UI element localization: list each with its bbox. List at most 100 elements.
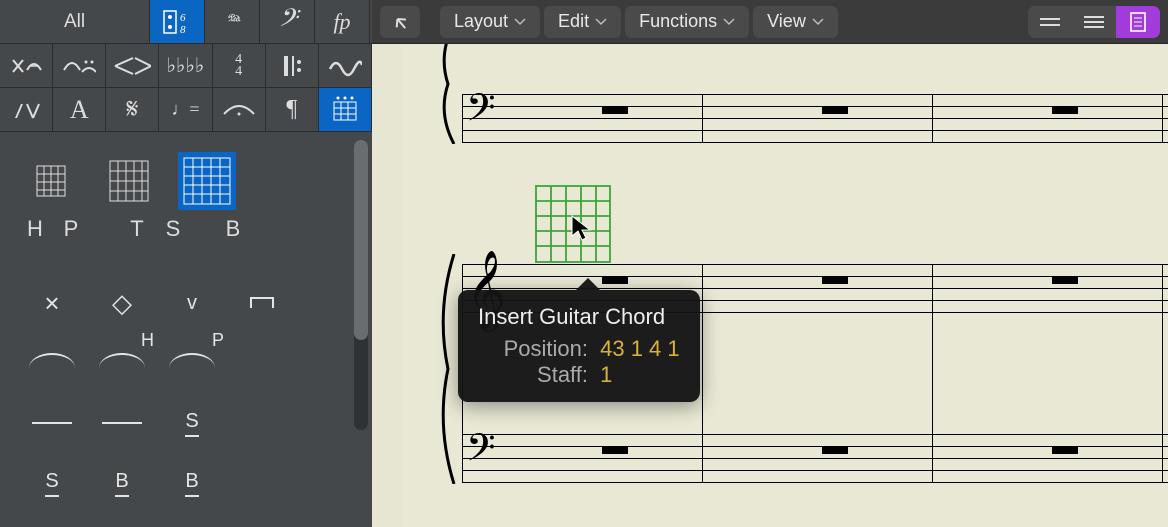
staff-system-1: 𝄢 [462, 44, 1168, 144]
tab-pedal[interactable]: 𝆮 [205, 0, 260, 43]
cell-crescendo[interactable] [106, 44, 159, 87]
line-plain-2[interactable] [92, 406, 152, 440]
view-page[interactable] [1116, 6, 1160, 38]
palette-row-1: ♭♭♭♭ 44 [0, 44, 372, 88]
segno-icon: 𝄋 [126, 94, 138, 126]
repeat-icon [278, 52, 306, 80]
cell-accidentals[interactable]: ♭♭♭♭ [159, 44, 212, 87]
tooltip-title: Insert Guitar Chord [478, 304, 680, 330]
back-arrow-icon [390, 12, 410, 32]
label-S: S [160, 216, 186, 242]
bass-staff-2: 𝄢 [462, 434, 1168, 482]
palette-scrollbar[interactable] [354, 140, 368, 430]
under-s[interactable]: S [22, 466, 82, 500]
sym-bracket[interactable] [232, 286, 292, 320]
bass-staff-1: 𝄢 [462, 94, 1168, 142]
score-page: 𝄢 𝄞 [402, 44, 1168, 527]
text-tool-icon: A [70, 95, 89, 125]
scroll-thumb[interactable] [354, 140, 368, 340]
cell-bowing[interactable] [0, 88, 53, 131]
bass-clef-icon: 𝄢 [466, 86, 496, 141]
palette-items: H P T S B × ◇ v H P S S B B [0, 132, 350, 527]
arc-h[interactable]: H [92, 346, 152, 380]
bracket-icon [249, 294, 275, 312]
chevron-down-icon [723, 18, 735, 26]
bass-clef-icon: 𝄢 [277, 5, 296, 39]
whole-rest [602, 446, 628, 454]
cell-paragraph[interactable]: ¶ [266, 88, 319, 131]
label-T: T [124, 216, 150, 242]
back-button[interactable] [380, 6, 420, 38]
cell-articulation[interactable] [0, 44, 53, 87]
bass-clef-icon: 𝄢 [466, 426, 496, 481]
chord-grid-icon [330, 96, 360, 124]
label-B: B [220, 216, 246, 242]
score-canvas[interactable]: 𝄢 𝄞 [372, 44, 1168, 527]
ornament-icon [328, 55, 362, 77]
horizontal-view-icon [1038, 14, 1062, 30]
under-b1[interactable]: B [92, 466, 152, 500]
whole-rest [822, 276, 848, 284]
tooltip-position-value: 43 1 4 1 [600, 336, 680, 361]
cell-slur[interactable] [53, 44, 106, 87]
chord-grid-medium[interactable] [100, 152, 158, 210]
arc-p[interactable]: P [162, 346, 222, 380]
tab-time-signature[interactable]: 6 8 [150, 0, 205, 43]
cell-text[interactable]: A [53, 88, 106, 131]
cursor-icon [570, 214, 592, 247]
whole-rest [602, 106, 628, 114]
whole-rest [1052, 446, 1078, 454]
menu-edit[interactable]: Edit [544, 6, 621, 38]
cell-ornament[interactable] [319, 44, 372, 87]
cell-tempo[interactable]: ♩= [159, 88, 212, 131]
menu-view[interactable]: View [753, 6, 838, 38]
cell-repeat[interactable] [266, 44, 319, 87]
tooltip-staff-value: 1 [600, 362, 612, 387]
arc-plain[interactable] [22, 346, 82, 380]
menu-layout[interactable]: Layout [440, 6, 540, 38]
chord-grid-small-icon [35, 162, 67, 200]
whole-rest [822, 106, 848, 114]
articulation-icon [9, 54, 43, 78]
timesig-icon: 6 8 [162, 7, 192, 37]
sym-diamond[interactable]: ◇ [92, 286, 152, 320]
brace-icon [436, 254, 458, 484]
score-toolbar: Layout Edit Functions View [372, 0, 1168, 44]
sym-x[interactable]: × [22, 286, 82, 320]
paragraph-icon: ¶ [286, 96, 297, 123]
insert-tooltip: Insert Guitar Chord Position: 43 1 4 1 S… [458, 290, 700, 402]
part-box-palette: All 6 8 𝆮 𝄢 fp ♭♭♭♭ [0, 0, 372, 527]
whole-rest [1052, 276, 1078, 284]
tab-dynamics[interactable]: fp [315, 0, 370, 43]
tooltip-position-row: Position: 43 1 4 1 [478, 336, 680, 362]
chord-grid-small[interactable] [22, 152, 80, 210]
cell-meter[interactable]: 44 [213, 44, 266, 87]
view-horizontal[interactable] [1028, 6, 1072, 38]
chord-grid-sizes [22, 152, 328, 210]
menu-functions[interactable]: Functions [625, 6, 749, 38]
tooltip-staff-row: Staff: 1 [478, 362, 680, 388]
cell-segno[interactable]: 𝄋 [106, 88, 159, 131]
cell-chord-grid[interactable] [319, 88, 372, 131]
pedal-icon: 𝆮 [225, 9, 239, 34]
whole-rest [602, 276, 628, 284]
line-plain[interactable] [22, 406, 82, 440]
accidentals-icon: ♭♭♭♭ [167, 53, 205, 78]
label-P: P [58, 216, 84, 242]
whole-rest [822, 446, 848, 454]
under-b2[interactable]: B [162, 466, 222, 500]
bowing-icon [11, 98, 41, 122]
tab-all[interactable]: All [0, 0, 150, 43]
tab-clef[interactable]: 𝄢 [260, 0, 315, 43]
view-list[interactable] [1072, 6, 1116, 38]
chord-grid-large[interactable] [178, 152, 236, 210]
svg-text:6: 6 [180, 12, 186, 24]
chord-grid-labels: H P T S B [22, 216, 328, 242]
palette-category-tabs: All 6 8 𝆮 𝄢 fp [0, 0, 372, 44]
score-editor: Layout Edit Functions View [372, 0, 1168, 527]
cell-tie[interactable] [213, 88, 266, 131]
line-s[interactable]: S [162, 406, 222, 440]
tooltip-arrow [576, 278, 600, 290]
sym-v[interactable]: v [162, 286, 222, 320]
brace-icon [436, 44, 458, 144]
